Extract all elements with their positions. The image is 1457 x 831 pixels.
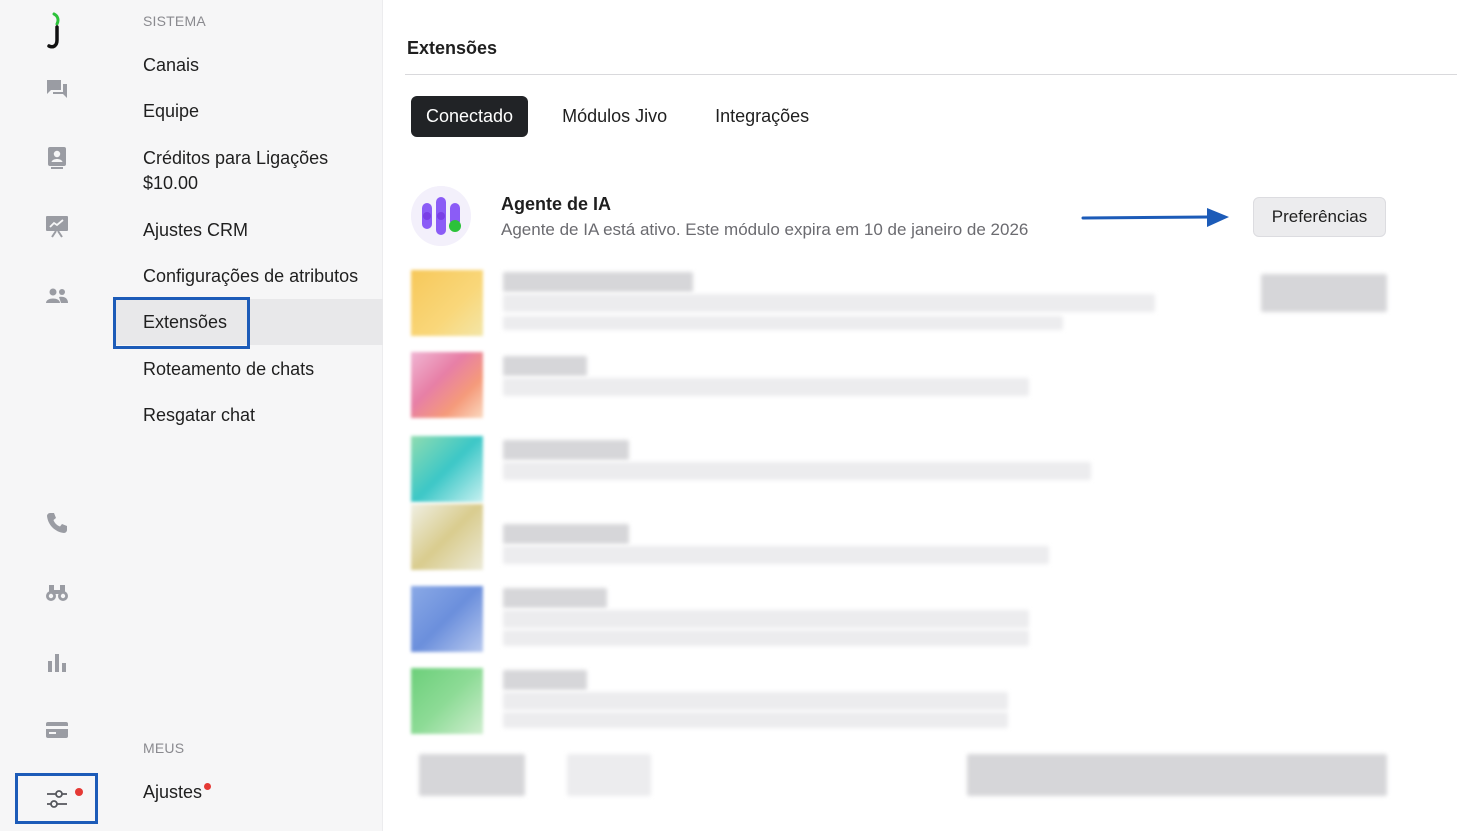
divider [405, 74, 1457, 75]
blurred-extension-row [411, 754, 1391, 820]
menu-item-ajustes-label: Ajustes [143, 782, 203, 802]
blurred-thumbnail [411, 586, 483, 652]
blurred-text [503, 316, 1063, 330]
icon-rail [0, 0, 113, 831]
blurred-thumbnail [411, 270, 483, 336]
blurred-text [503, 712, 1008, 728]
menu-item-creditos[interactable]: Créditos para Ligações $10.00 [113, 148, 383, 194]
menu-item-resgatar-chat[interactable]: Resgatar chat [113, 405, 383, 426]
blurred-text [503, 546, 1049, 564]
blurred-thumbnail [411, 436, 483, 502]
preferences-button[interactable]: Preferências [1253, 197, 1386, 237]
blurred-text [503, 630, 1029, 646]
credits-balance: $10.00 [143, 173, 199, 193]
blurred-thumbnail [411, 352, 483, 418]
settings-menu: SISTEMA Canais Equipe Créditos para Liga… [113, 0, 383, 831]
blurred-extension-row [411, 504, 1391, 570]
section-label-system: SISTEMA [143, 13, 206, 29]
blurred-extension-row [411, 352, 1391, 418]
blurred-text [503, 356, 587, 376]
blurred-text [503, 440, 629, 460]
section-label-mine: MEUS [143, 740, 185, 756]
blurred-extension-row [411, 270, 1391, 336]
binoculars-icon[interactable] [43, 578, 71, 606]
menu-item-roteamento[interactable]: Roteamento de chats [113, 359, 383, 380]
blurred-extension-row [411, 436, 1391, 502]
settings-icon-button[interactable] [15, 773, 98, 824]
main-content: Extensões Conectado Módulos Jivo Integra… [383, 0, 1457, 831]
page-title: Extensões [407, 38, 498, 58]
chats-icon[interactable] [43, 76, 71, 104]
blurred-block [567, 754, 651, 796]
phone-icon[interactable] [43, 509, 71, 537]
billing-card-icon[interactable] [43, 716, 71, 744]
contacts-icon[interactable] [43, 144, 71, 172]
pointer-arrow-icon [1081, 208, 1229, 227]
menu-item-equipe[interactable]: Equipe [113, 101, 383, 122]
tab-integracoes[interactable]: Integrações [700, 96, 824, 137]
blurred-text [503, 378, 1029, 396]
tab-modulos-jivo[interactable]: Módulos Jivo [547, 96, 682, 137]
tab-conectado[interactable]: Conectado [411, 96, 529, 137]
jivo-logo[interactable] [44, 12, 70, 52]
blurred-text [503, 588, 607, 608]
notification-dot [204, 783, 211, 790]
blurred-text [503, 294, 1155, 312]
sliders-icon [46, 789, 67, 808]
blurred-button [1261, 274, 1387, 312]
blurred-extension-row [411, 586, 1391, 652]
blurred-thumbnail [411, 668, 483, 734]
menu-item-ajustes[interactable]: Ajustes [113, 782, 383, 803]
menu-item-extensoes[interactable]: Extensões [113, 299, 383, 345]
blurred-text [503, 692, 1008, 710]
menu-item-canais[interactable]: Canais [113, 55, 383, 76]
blurred-text [503, 610, 1029, 628]
blurred-text [503, 462, 1091, 480]
menu-item-creditos-label: Créditos para Ligações [143, 148, 329, 168]
extension-name: Agente de IA [501, 194, 612, 214]
ai-agent-logo-icon [411, 186, 471, 246]
menu-item-configuracoes-atributos[interactable]: Configurações de atributos [113, 266, 383, 287]
blurred-block [967, 754, 1387, 796]
analytics-icon[interactable] [43, 648, 71, 676]
team-icon[interactable] [43, 282, 71, 310]
menu-item-ajustes-crm[interactable]: Ajustes CRM [113, 220, 383, 241]
blurred-block [419, 754, 525, 796]
blurred-text [503, 670, 587, 690]
blurred-thumbnail [411, 504, 483, 570]
tabs: Conectado Módulos Jivo Integrações [411, 96, 828, 137]
blurred-text [503, 272, 693, 292]
notification-dot [75, 788, 83, 796]
blurred-extension-row [411, 668, 1391, 734]
blurred-text [503, 524, 629, 544]
reports-board-icon[interactable] [43, 212, 71, 240]
extension-row-agente-ia: Agente de IA Agente de IA está ativo. Es… [411, 186, 1387, 250]
extension-description: Agente de IA está ativo. Este módulo exp… [501, 220, 1029, 239]
